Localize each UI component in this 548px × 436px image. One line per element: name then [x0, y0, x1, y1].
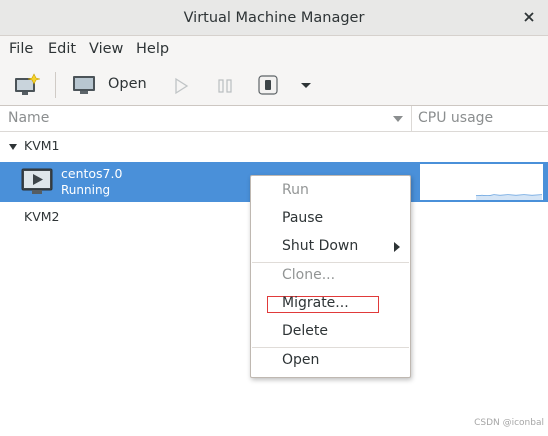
menu-item-migrate[interactable]: Migrate...: [282, 295, 349, 311]
menu-item-pause[interactable]: Pause: [282, 210, 323, 226]
watermark: CSDN @iconbal: [474, 418, 544, 428]
new-vm-icon: [15, 73, 41, 95]
name-column-header[interactable]: Name: [8, 110, 49, 126]
cpu-column-header[interactable]: CPU usage: [418, 110, 493, 126]
shutdown-button[interactable]: [257, 74, 279, 96]
vm-name: centos7.0: [61, 166, 123, 181]
window-title: Virtual Machine Manager: [183, 10, 365, 26]
connection-row-kvm1[interactable]: KVM1: [0, 132, 548, 160]
menu-separator: [252, 347, 409, 348]
monitor-icon: [73, 76, 95, 94]
vm-status: Running: [61, 183, 111, 197]
menu-view[interactable]: View: [89, 41, 123, 57]
cpu-usage-graph: [419, 163, 544, 201]
close-icon[interactable]: [520, 7, 538, 27]
menu-item-run[interactable]: Run: [282, 182, 309, 198]
menu-help[interactable]: Help: [136, 41, 169, 57]
menu-item-delete[interactable]: Delete: [282, 323, 328, 339]
column-header: Name CPU usage: [0, 106, 548, 132]
cpu-sparkline: [475, 194, 543, 200]
vm-screen-icon: [21, 168, 53, 194]
submenu-arrow-icon: [394, 242, 400, 252]
open-label: Open: [108, 76, 147, 92]
power-icon: [258, 75, 278, 95]
title-bar: Virtual Machine Manager: [0, 0, 548, 36]
run-button[interactable]: [172, 77, 190, 95]
connection-name: KVM1: [24, 138, 60, 153]
vm-context-menu: Run Pause Shut Down Clone... Migrate... …: [250, 175, 411, 378]
column-divider[interactable]: [411, 106, 412, 132]
pause-icon: [218, 79, 232, 93]
menu-bar: File Edit View Help: [0, 36, 548, 64]
expander-down-icon[interactable]: [8, 143, 18, 151]
toolbar: Open: [0, 64, 548, 106]
menu-item-open[interactable]: Open: [282, 352, 319, 368]
chevron-down-icon: [301, 83, 311, 88]
pause-button[interactable]: [216, 77, 234, 95]
open-button[interactable]: Open: [71, 73, 147, 97]
menu-edit[interactable]: Edit: [48, 41, 76, 57]
shutdown-dropdown-button[interactable]: [298, 78, 314, 92]
menu-item-shut-down[interactable]: Shut Down: [282, 238, 358, 254]
menu-separator: [252, 262, 409, 263]
menu-item-clone[interactable]: Clone...: [282, 267, 335, 283]
sort-chevron-icon[interactable]: [392, 114, 404, 124]
play-icon: [175, 77, 189, 95]
new-vm-button[interactable]: [14, 73, 41, 97]
menu-file[interactable]: File: [9, 41, 33, 57]
toolbar-separator: [55, 72, 56, 98]
connection-name: KVM2: [24, 209, 60, 224]
